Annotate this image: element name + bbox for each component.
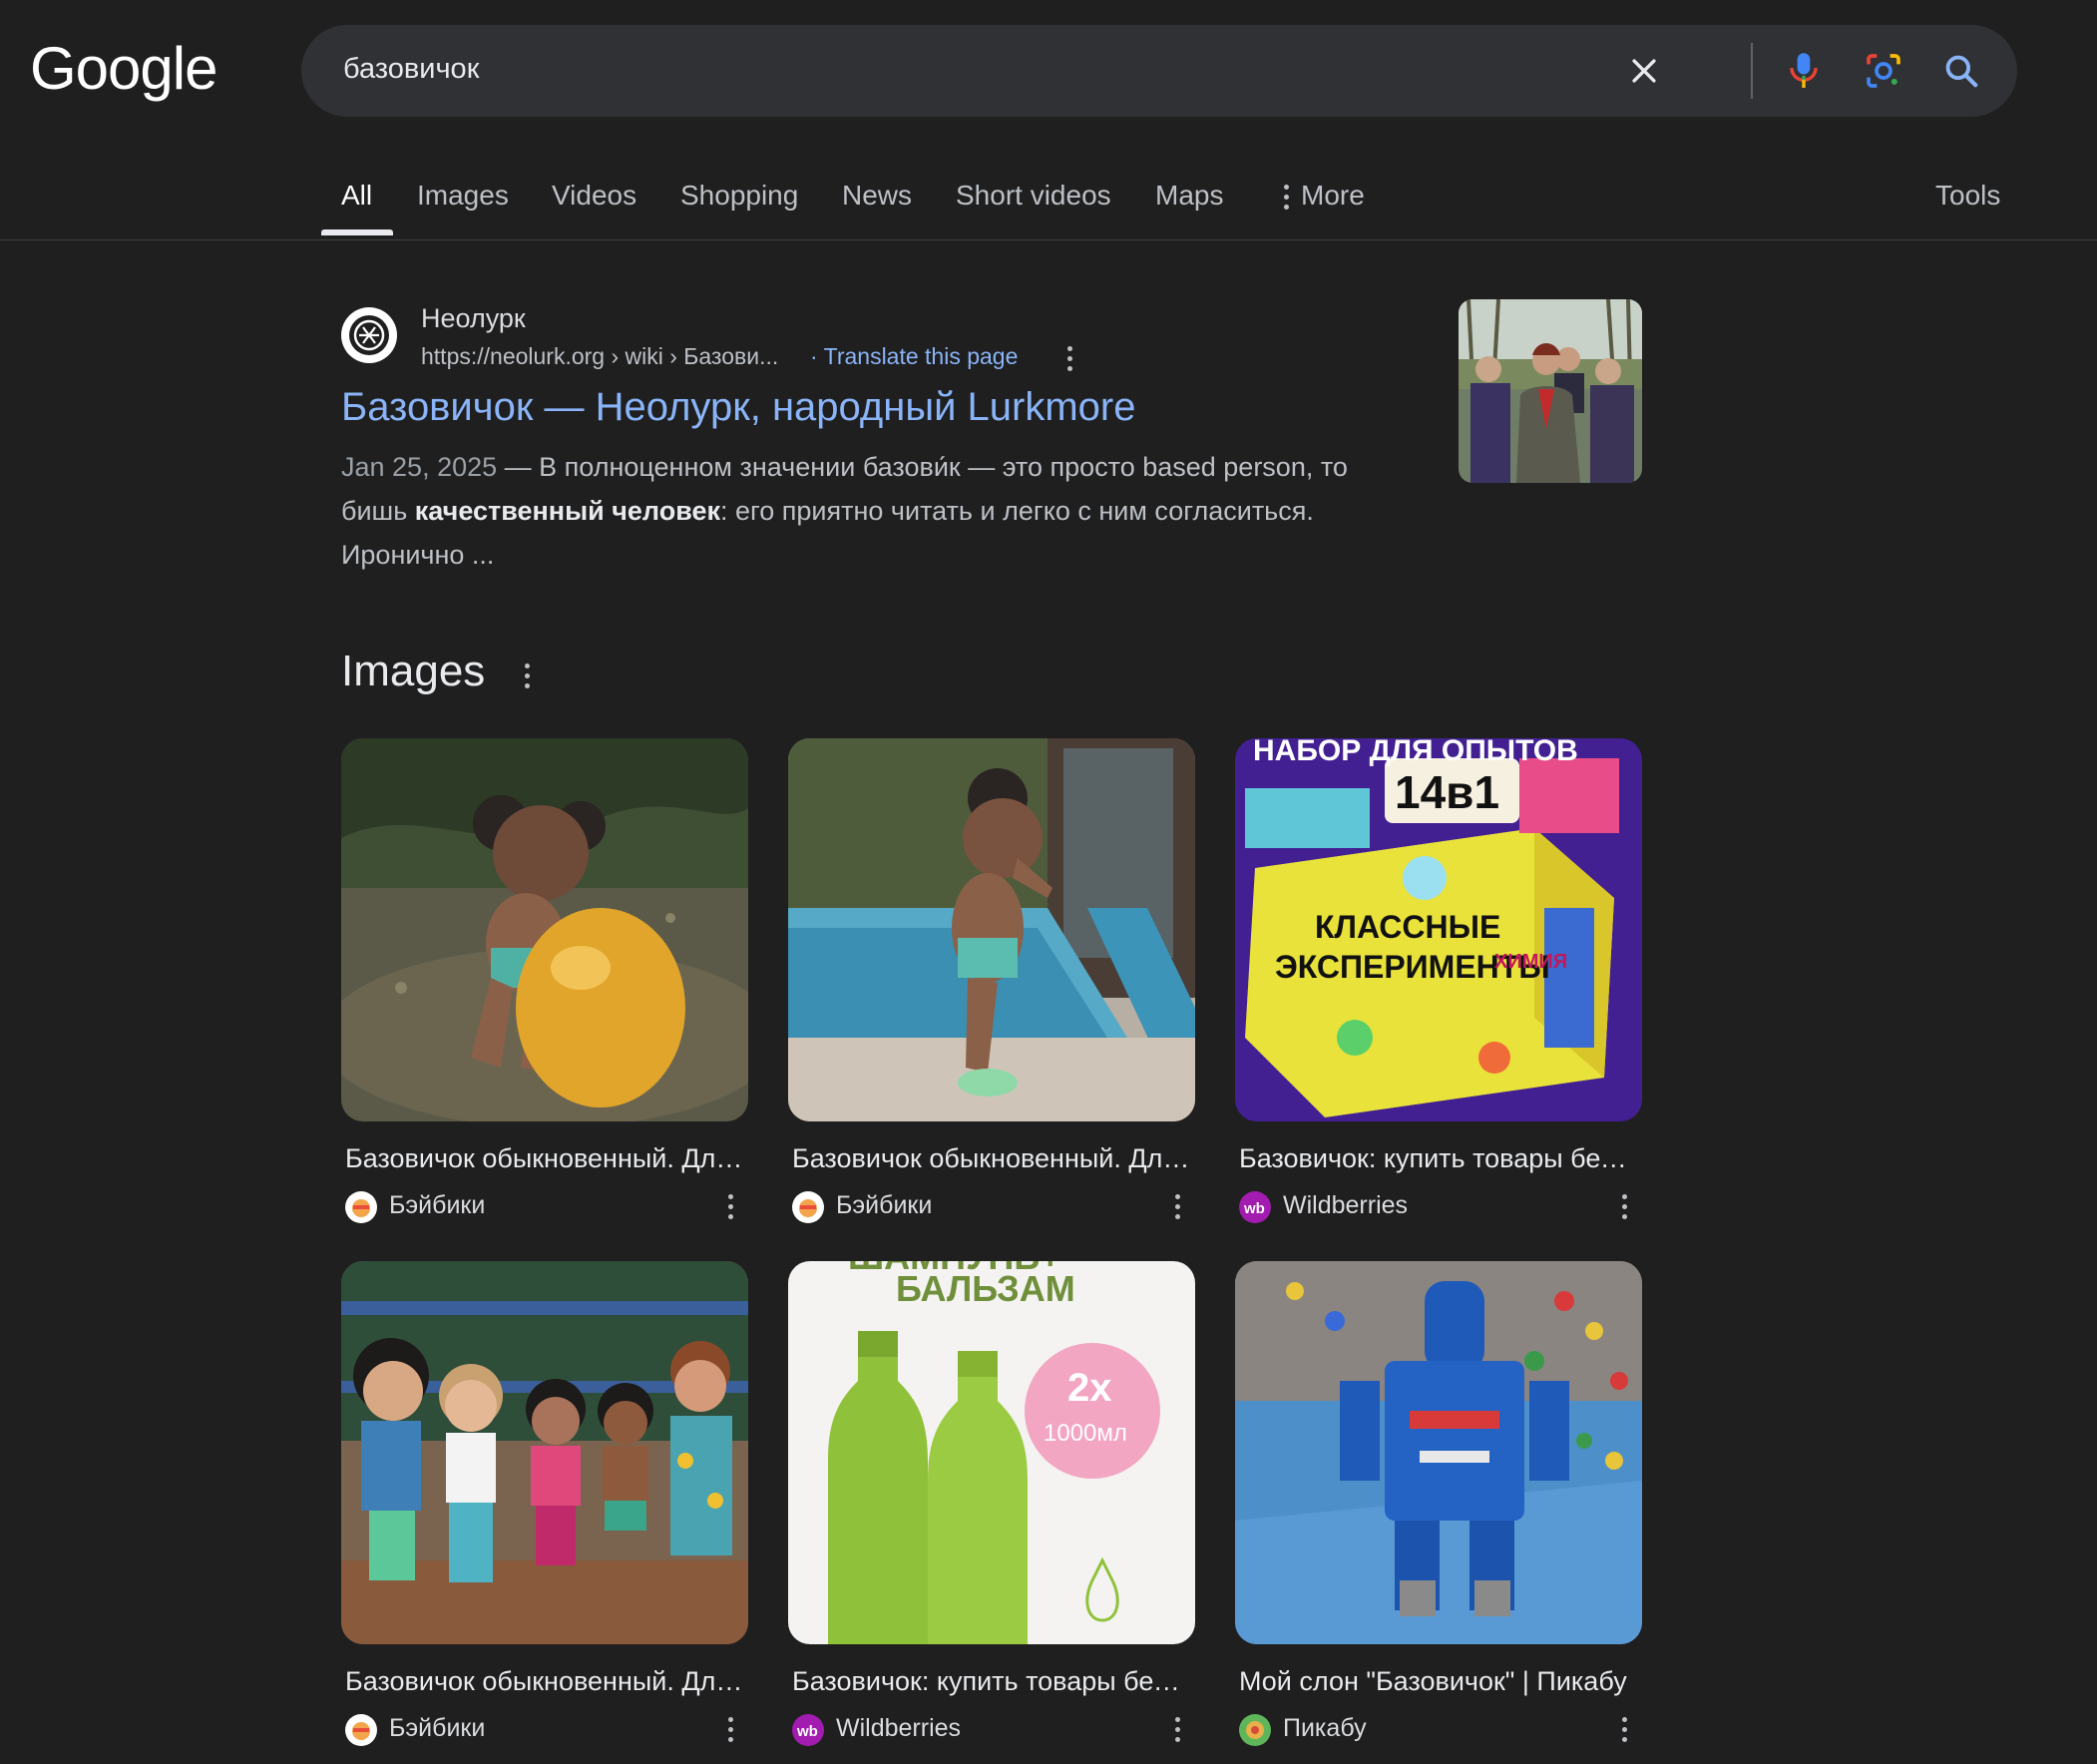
images-menu-icon[interactable] — [514, 661, 540, 690]
result-snippet: Jan 25, 2025 — В полноценном значении ба… — [341, 445, 1389, 577]
wildberries-favicon: wb — [792, 1714, 824, 1746]
images-section-heading: Images — [341, 647, 486, 695]
tab-shopping[interactable]: Shopping — [680, 180, 798, 212]
product-text: ХИМИЯ — [1494, 951, 1567, 973]
image-thumbnail[interactable] — [1235, 1261, 1642, 1644]
product-text: 2х — [1067, 1366, 1112, 1410]
microphone-icon[interactable] — [1778, 45, 1830, 97]
image-caption[interactable]: Базовичок обыкновенный. Для ... — [345, 1666, 744, 1697]
image-menu-icon[interactable] — [720, 1189, 740, 1223]
search-input[interactable]: базовичок — [343, 53, 479, 86]
product-text: 1000мл — [1044, 1420, 1127, 1447]
tab-maps[interactable]: Maps — [1155, 180, 1223, 212]
google-logo[interactable]: Google — [30, 34, 217, 103]
source-favicon — [345, 1714, 377, 1746]
product-text: КЛАССНЫЕ — [1315, 909, 1500, 945]
site-favicon — [341, 307, 397, 363]
image-caption[interactable]: Мой слон "Базовичок" | Пикабу — [1239, 1666, 1638, 1697]
tab-all-underline — [321, 229, 393, 235]
image-thumbnail[interactable] — [788, 738, 1195, 1121]
tab-images[interactable]: Images — [417, 180, 509, 212]
tools-button[interactable]: Tools — [1935, 180, 2000, 212]
image-menu-icon[interactable] — [1614, 1712, 1634, 1746]
lens-icon[interactable] — [1858, 45, 1909, 97]
image-source[interactable]: Бэйбики — [389, 1191, 485, 1220]
image-source[interactable]: Бэйбики — [836, 1191, 932, 1220]
tab-all[interactable]: All — [341, 180, 372, 212]
result-thumbnail[interactable] — [1459, 299, 1642, 483]
source-favicon — [792, 1191, 824, 1223]
svg-text:wb: wb — [796, 1723, 818, 1740]
result-menu-icon[interactable] — [1054, 343, 1084, 373]
search-divider — [1751, 43, 1753, 99]
image-caption[interactable]: Базовичок обыкновенный. Для ... — [345, 1143, 744, 1174]
result-title-link[interactable]: Базовичок — Неолурк, народный Lurkmore — [341, 385, 1135, 430]
image-caption[interactable]: Базовичок: купить товары без ... — [792, 1666, 1191, 1697]
image-source[interactable]: Wildberries — [1283, 1191, 1408, 1220]
image-menu-icon[interactable] — [1167, 1189, 1187, 1223]
product-text: 14в1 — [1395, 766, 1499, 818]
result-date: Jan 25, 2025 — [341, 452, 498, 482]
header: Google базовичок All Images Videos Shopp… — [0, 0, 2097, 240]
tab-short-videos[interactable]: Short videos — [956, 180, 1111, 212]
site-url[interactable]: https://neolurk.org › wiki › Базови... — [421, 343, 778, 370]
search-icon[interactable] — [1935, 45, 1987, 97]
site-name[interactable]: Неолурк — [421, 303, 526, 334]
image-source[interactable]: Пикабу — [1283, 1714, 1367, 1743]
image-thumbnail[interactable]: ШАМПУНЬ+ БАЛЬЗАМ 2х 1000мл — [788, 1261, 1195, 1644]
image-source[interactable]: Бэйбики — [389, 1714, 485, 1743]
product-text: НАБОР ДЛЯ ОПЫТОВ — [1253, 738, 1578, 767]
image-source[interactable]: Wildberries — [836, 1714, 961, 1743]
image-menu-icon[interactable] — [1167, 1712, 1187, 1746]
more-dots-icon — [1279, 184, 1293, 212]
image-thumbnail[interactable] — [341, 738, 748, 1121]
source-favicon — [345, 1191, 377, 1223]
product-text: БАЛЬЗАМ — [896, 1268, 1075, 1309]
image-caption[interactable]: Базовичок обыкновенный. Для ... — [792, 1143, 1191, 1174]
pikabu-favicon — [1239, 1714, 1271, 1746]
search-box[interactable]: базовичок — [301, 25, 2017, 117]
image-menu-icon[interactable] — [1614, 1189, 1634, 1223]
clear-icon[interactable] — [1618, 45, 1670, 97]
image-thumbnail[interactable] — [341, 1261, 748, 1644]
tab-more-label: More — [1301, 180, 1365, 211]
tab-news[interactable]: News — [842, 180, 912, 212]
image-thumbnail[interactable]: НАБОР ДЛЯ ОПЫТОВ 14в1 КЛАССНЫЕ ЭКСПЕРИМЕ… — [1235, 738, 1642, 1121]
svg-text:wb: wb — [1243, 1200, 1265, 1217]
image-menu-icon[interactable] — [720, 1712, 740, 1746]
tab-more[interactable]: More — [1279, 180, 1365, 212]
tab-videos[interactable]: Videos — [552, 180, 636, 212]
translate-link[interactable]: · Translate this page — [810, 343, 1018, 370]
snippet-bold: качественный человек — [414, 496, 720, 526]
image-caption[interactable]: Базовичок: купить товары без ... — [1239, 1143, 1638, 1174]
wildberries-favicon: wb — [1239, 1191, 1271, 1223]
